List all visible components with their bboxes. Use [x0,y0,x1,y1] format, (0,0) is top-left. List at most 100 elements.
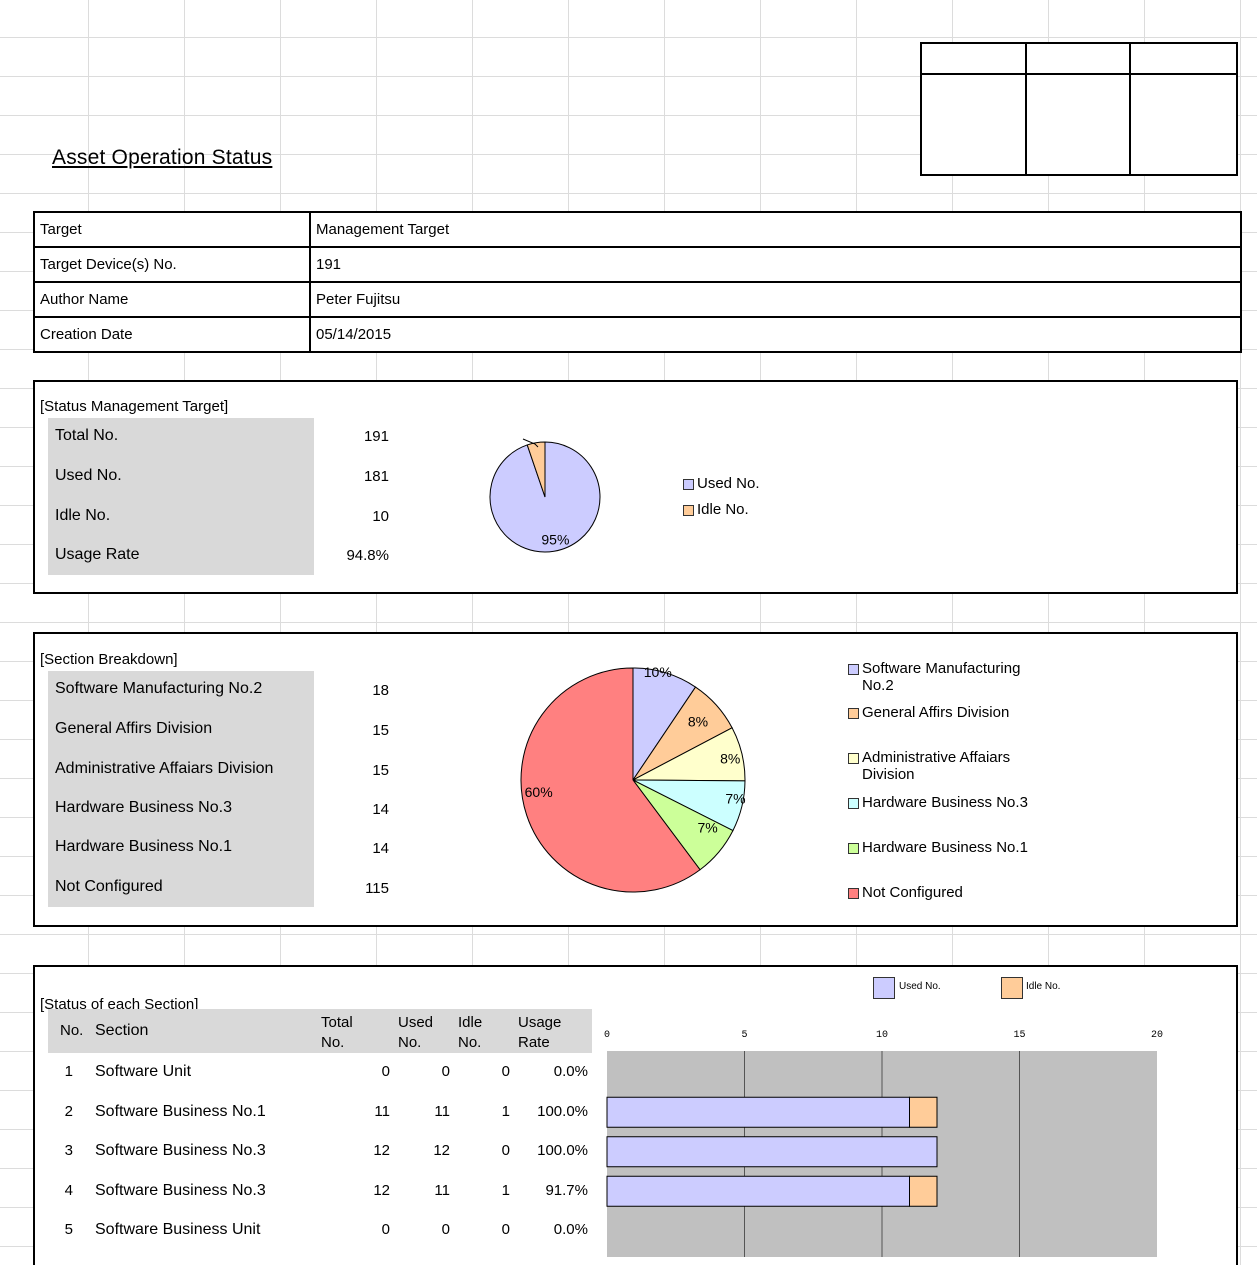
section-heading: [Status Management Target] [40,398,229,415]
report-title: Asset Operation Status [52,146,273,169]
legend-idle: Idle No. [683,501,749,518]
bar-used [606,1096,910,1128]
info-value: Management Target [316,221,450,238]
legend-hw3: Hardware Business No.3 [848,794,1048,811]
legend-label: Used No. [697,475,760,492]
pie-data-label: 60% [525,784,553,800]
x-tick-label: 15 [1013,1030,1025,1041]
x-tick-label: 0 [604,1030,610,1041]
legend-swatch [848,843,859,854]
breakdown-value: 14 [372,801,389,818]
info-key: Target [35,213,311,246]
pie-data-label: 10% [644,664,672,680]
legend-label-used: Used No. [899,981,941,992]
row-idle: 0 [501,1063,510,1080]
bar-used [606,1175,910,1207]
bar-idle [909,1175,938,1207]
pie-data-label: 7% [697,820,717,836]
pie-data-label: 95% [541,532,569,548]
info-row-device-count: Target Device(s) No. 191 [35,248,1240,283]
legend-swatch [683,479,694,490]
legend-admin-affairs: Administrative Affaiars Division [848,749,1048,783]
row-rate: 0.0% [553,1063,588,1080]
row-idle: 0 [501,1221,510,1238]
legend-label: Hardware Business No.1 [862,839,1028,856]
breakdown-label: Administrative Affaiars Division [55,760,274,777]
approval-stamp-box [920,42,1238,176]
row-section-name: Software Unit [95,1063,192,1080]
row-rate: 100.0% [537,1142,588,1159]
bar-idle [909,1096,938,1128]
breakdown-legend: Software Manufacturing No.2 General Affi… [845,656,1053,908]
row-used: 0 [441,1063,450,1080]
breakdown-label: Hardware Business No.1 [55,838,232,855]
info-key: Creation Date [35,318,311,351]
pie-data-label: 8% [688,714,708,730]
bar-used [606,1136,938,1168]
pie-data-label: 8% [720,750,740,766]
legend-general-affairs: General Affirs Division [848,704,1048,721]
row-idle: 1 [501,1102,510,1120]
row-section-name: Software Business Unit [95,1221,261,1238]
col-header-idle: Idle No. [458,1014,483,1051]
status-label: Idle No. [55,507,111,524]
status-label: Total No. [55,427,119,444]
row-section-name: Software Business No.3 [95,1142,266,1159]
x-tick-label: 20 [1151,1030,1163,1041]
breakdown-value: 115 [365,880,389,897]
row-used: 11 [434,1102,450,1120]
legend-swatch [848,753,859,764]
info-value: 05/14/2015 [316,326,392,343]
legend-sw-mfg: Software Manufacturing No.2 [848,660,1048,694]
approval-header-cell [1131,44,1236,75]
status-each-section: [Status of each Section] No. Section Tot… [33,965,1238,1265]
legend-swatch [848,798,859,809]
breakdown-label: Not Configured [55,878,163,895]
info-row-author: Author Name Peter Fujitsu [35,283,1240,318]
row-rate: 91.7% [545,1181,588,1199]
breakdown-label: General Affirs Division [55,720,213,737]
info-value: Peter Fujitsu [316,291,401,308]
row-no: 5 [64,1221,73,1238]
breakdown-value: 18 [372,682,389,699]
row-no: 4 [64,1181,73,1199]
row-total: 12 [373,1181,390,1199]
col-header-rate: Usage Rate [518,1014,562,1051]
col-header-no: No. [60,1022,84,1039]
row-section-name: Software Business No.3 [95,1181,266,1199]
legend-swatch [848,664,859,675]
row-section-name: Software Business No.1 [95,1102,266,1120]
status-label: Used No. [55,467,122,484]
row-idle: 1 [501,1181,510,1199]
status-value: 94.8% [346,547,389,564]
x-tick-label: 5 [741,1030,747,1041]
status-label: Usage Rate [55,546,140,563]
x-tick-label: 10 [876,1030,888,1041]
breakdown-label: Hardware Business No.3 [55,799,232,816]
info-value: 191 [316,256,342,273]
report-info-table: Target Management Target Target Device(s… [33,211,1242,353]
row-no: 3 [64,1142,73,1159]
legend-label: Hardware Business No.3 [862,794,1028,811]
usage-pie-chart: 95%5% [489,438,601,553]
col-header-total: Total No. [321,1014,353,1051]
status-value: 181 [363,468,389,485]
info-key: Target Device(s) No. [35,248,311,281]
section-heading: [Section Breakdown] [40,651,178,668]
row-no: 2 [64,1102,73,1120]
approval-stamp-cell [1131,75,1236,174]
legend-swatch [848,888,859,899]
legend-hw1: Hardware Business No.1 [848,839,1048,856]
row-used: 0 [441,1221,450,1238]
legend-swatch [683,505,694,516]
status-management-target-section: [Status Management Target] Total No. 191… [33,380,1238,594]
info-key: Author Name [35,283,311,316]
breakdown-value: 15 [372,762,389,779]
legend-swatch [848,708,859,719]
breakdown-value: 15 [372,722,389,739]
row-used: 12 [433,1142,450,1159]
info-row-target: Target Management Target [35,213,1240,248]
row-used: 11 [434,1181,450,1199]
legend-label: General Affirs Division [862,704,1010,721]
row-total: 11 [374,1102,390,1120]
